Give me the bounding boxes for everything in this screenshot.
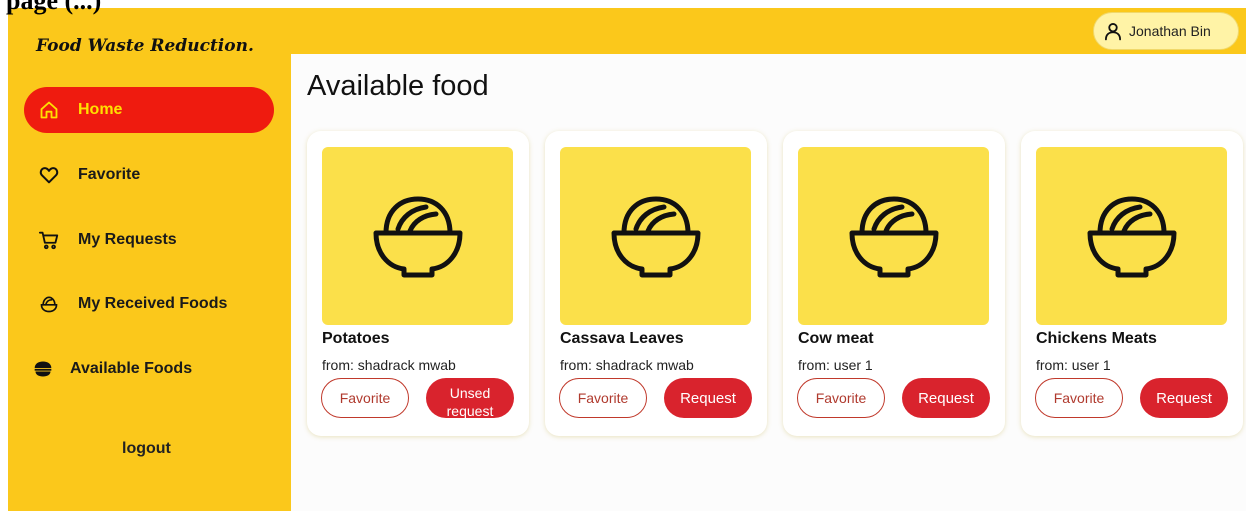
food-card: Chickens Meats from: user 1 Favorite Req… [1021, 131, 1243, 436]
food-thumbnail [322, 147, 513, 325]
sidebar-item-favorite[interactable]: Favorite [24, 152, 274, 198]
favorite-button[interactable]: Favorite [321, 378, 409, 418]
bowl-filled-icon [32, 358, 54, 380]
user-icon [1103, 21, 1123, 41]
food-bowl-icon [606, 187, 706, 286]
favorite-button[interactable]: Favorite [1035, 378, 1123, 418]
request-button[interactable]: Request [902, 378, 990, 418]
food-name: Cow meat [798, 330, 874, 347]
food-name: Chickens Meats [1036, 330, 1157, 347]
food-thumbnail [1036, 147, 1227, 325]
food-thumbnail [798, 147, 989, 325]
sidebar-item-label: Favorite [78, 166, 141, 183]
favorite-button[interactable]: Favorite [559, 378, 647, 418]
heart-icon [38, 164, 60, 186]
food-card: Potatoes from: shadrack mwab Favorite Un… [307, 131, 529, 436]
cart-icon [38, 229, 60, 251]
brand-logo: Food Waste Reduction. [36, 36, 254, 56]
sidebar-item-home[interactable]: Home [24, 87, 274, 133]
food-owner: from: user 1 [1036, 357, 1111, 373]
sidebar-item-available-foods[interactable]: Available Foods [24, 346, 274, 392]
food-owner: from: shadrack mwab [322, 357, 456, 373]
request-button[interactable]: Request [664, 378, 752, 418]
food-owner: from: shadrack mwab [560, 357, 694, 373]
user-menu-button[interactable]: Jonathan Bin [1093, 12, 1239, 50]
sidebar-item-label: Available Foods [70, 360, 193, 377]
home-icon [38, 99, 60, 121]
sidebar-item-my-received-foods[interactable]: My Received Foods [24, 281, 274, 327]
food-bowl-icon [368, 187, 468, 286]
sidebar-item-label: My Received Foods [78, 295, 228, 312]
bowl-outline-icon [38, 293, 60, 315]
food-name: Potatoes [322, 330, 390, 347]
request-button[interactable]: Request [1140, 378, 1228, 418]
sidebar-item-label: Home [78, 101, 123, 118]
food-bowl-icon [1082, 187, 1182, 286]
food-card: Cow meat from: user 1 Favorite Request [783, 131, 1005, 436]
user-name: Jonathan Bin [1129, 23, 1211, 39]
page-title: Available food [307, 70, 489, 102]
food-card: Cassava Leaves from: shadrack mwab Favor… [545, 131, 767, 436]
sidebar-item-label: My Requests [78, 231, 177, 248]
food-name: Cassava Leaves [560, 330, 684, 347]
sidebar-item-my-requests[interactable]: My Requests [24, 217, 274, 263]
food-bowl-icon [844, 187, 944, 286]
food-owner: from: user 1 [798, 357, 873, 373]
logout-button[interactable]: logout [122, 440, 171, 458]
food-thumbnail [560, 147, 751, 325]
page-heading: page (...) [6, 0, 102, 15]
favorite-button[interactable]: Favorite [797, 378, 885, 418]
request-button[interactable]: Unsed request [426, 378, 514, 418]
